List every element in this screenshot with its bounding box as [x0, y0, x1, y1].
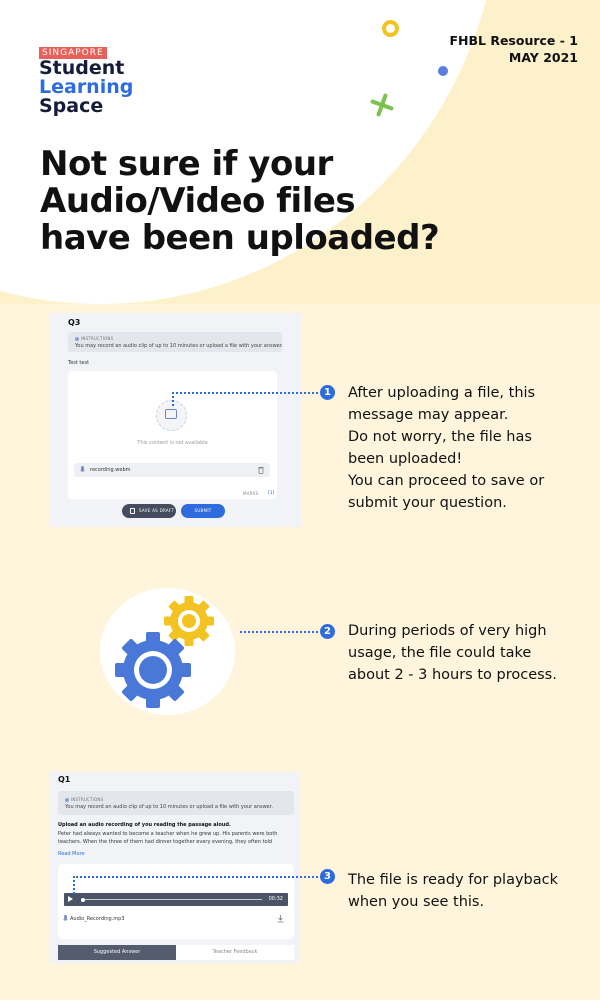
gears-illustration [100, 588, 235, 715]
marks-value: [1] [268, 491, 275, 496]
trash-icon[interactable] [258, 466, 264, 474]
microphone-icon [63, 915, 68, 921]
step-2-number-badge: 2 [320, 624, 335, 639]
audio-player[interactable]: 00:32 [64, 893, 288, 906]
step-3-text: The file is ready for playback when you … [348, 869, 558, 913]
task-body-line: teachers. When the three of them had din… [58, 839, 273, 845]
headline-line-2: Audio/Video files [40, 181, 356, 221]
step-1-line: Do not worry, the file has [348, 429, 532, 445]
gears-icon [115, 596, 214, 708]
callout-3-connector-vertical [73, 876, 75, 894]
step-2-line: During periods of very high [348, 623, 547, 639]
upload-card: This content is not available recording.… [68, 371, 277, 499]
callout-2-connector [240, 631, 318, 633]
callout-1-connector [172, 392, 318, 394]
info-icon [75, 337, 79, 341]
question-label: Q3 [68, 318, 81, 327]
callout-3-connector [73, 876, 318, 878]
logo: SINGAPORE Student Learning Space [39, 40, 133, 116]
step-2-text: During periods of very high usage, the f… [348, 620, 557, 686]
headline: Not sure if your Audio/Video files have … [40, 144, 440, 258]
logo-line-space: Space [39, 95, 104, 117]
step-1-number-badge: 1 [320, 385, 335, 400]
headline-line-1: Not sure if your [40, 144, 333, 184]
instructions-title: INSTRUCTIONS [71, 797, 104, 802]
step-1-line: You can proceed to save or [348, 473, 545, 489]
download-icon[interactable] [277, 915, 284, 923]
uploaded-file-name: recording.webm [90, 467, 131, 473]
instructions-title: INSTRUCTIONS [81, 336, 114, 341]
save-as-draft-button[interactable]: SAVE AS DRAFT [122, 504, 176, 518]
instructions-text: You may record an audio clip of up to 10… [65, 804, 273, 810]
step-1-text: After uploading a file, this message may… [348, 382, 544, 514]
callout-1-connector-vertical [172, 392, 174, 406]
audio-duration: 00:32 [268, 896, 283, 902]
large-gear-icon [115, 632, 191, 708]
resource-id: FHBL Resource - 1 [449, 33, 578, 48]
step-3-line: when you see this. [348, 894, 485, 910]
screenshot-upload-message: Q3 INSTRUCTIONS You may record an audio … [49, 313, 301, 527]
tab-suggested-answer[interactable]: Suggested Answer [58, 945, 176, 960]
instructions-box: INSTRUCTIONS You may record an audio cli… [68, 332, 283, 352]
read-more-link[interactable]: Read More [58, 851, 85, 857]
small-gear-icon [164, 596, 214, 646]
instructions-text: You may record an audio clip of up to 10… [75, 343, 283, 349]
step-1-line: submit your question. [348, 495, 507, 511]
audio-progress-knob[interactable] [81, 897, 85, 902]
header: SINGAPORE Student Learning Space FHBL Re… [0, 0, 600, 304]
step-3-number-badge: 3 [320, 869, 335, 884]
uploaded-file-row: recording.webm [74, 463, 270, 477]
play-icon[interactable] [68, 896, 73, 902]
submit-button[interactable]: SUBMIT [181, 504, 225, 518]
audio-progress-track[interactable] [82, 899, 262, 900]
task-body: Peter had always wanted to become a teac… [58, 830, 294, 846]
marks-label: MARKS [243, 491, 259, 496]
resource-date: MAY 2021 [508, 50, 578, 65]
question-label: Q1 [58, 775, 71, 784]
task-title: Upload an audio recording of you reading… [58, 822, 231, 828]
blue-dot-decoration [438, 66, 448, 76]
instructions-box: INSTRUCTIONS You may record an audio cli… [58, 791, 294, 815]
save-icon [130, 508, 135, 514]
headline-line-3: have been uploaded? [40, 218, 440, 258]
step-3-line: The file is ready for playback [348, 872, 559, 888]
question-prompt: Test test [68, 360, 90, 366]
step-1-line: been uploaded! [348, 451, 463, 467]
yellow-ring-decoration [382, 20, 399, 37]
screenshot-playback-ready: Q1 INSTRUCTIONS You may record an audio … [49, 772, 300, 963]
microphone-icon [80, 466, 85, 472]
green-plus-decoration [370, 93, 394, 117]
content-unavailable-text: This content is not available [137, 440, 208, 446]
step-2-line: usage, the file could take [348, 645, 532, 661]
tab-teacher-feedback[interactable]: Teacher Feedback [176, 945, 294, 960]
resource-info: FHBL Resource - 1 MAY 2021 [449, 32, 578, 66]
info-icon [65, 798, 69, 802]
audio-file-name: Audio_Recording.mp3 [70, 916, 125, 922]
task-body-line: Peter had always wanted to become a teac… [58, 831, 278, 837]
step-2-line: about 2 - 3 hours to process. [348, 667, 557, 683]
save-as-draft-label: SAVE AS DRAFT [139, 508, 175, 513]
step-1-line: message may appear. [348, 407, 509, 423]
step-1-line: After uploading a file, this [348, 385, 536, 401]
